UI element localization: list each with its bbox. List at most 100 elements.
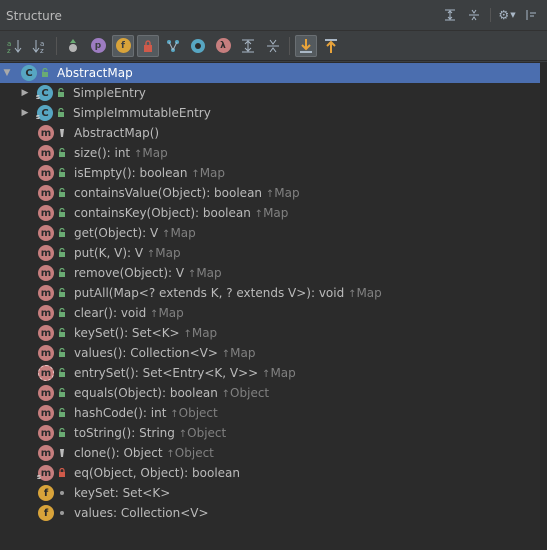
tree-root[interactable]: ▼ C AbstractMap xyxy=(0,63,540,83)
node-label: isEmpty(): boolean ↑Map xyxy=(74,166,226,180)
tree-node[interactable]: m clear(): void ↑Map xyxy=(0,303,540,323)
tree-node[interactable]: f keySet: Set<K> xyxy=(0,483,540,503)
tree-node[interactable]: m keySet(): Set<K> ↑Map xyxy=(0,323,540,343)
show-lambdas-button[interactable] xyxy=(187,35,209,57)
method-icon: m xyxy=(38,445,54,461)
node-label: containsValue(Object): boolean ↑Map xyxy=(74,186,300,200)
chevron-right-icon[interactable]: ▶ xyxy=(20,88,30,98)
tree-node[interactable]: m containsKey(Object): boolean ↑Map xyxy=(0,203,540,223)
method-icon: m xyxy=(38,345,54,361)
public-icon xyxy=(57,287,67,299)
public-icon xyxy=(57,327,67,339)
expand-all-button[interactable] xyxy=(237,35,259,57)
tree-node[interactable]: m containsValue(Object): boolean ↑Map xyxy=(0,183,540,203)
method-icon: m xyxy=(38,265,54,281)
tree-root-label: AbstractMap xyxy=(57,66,133,80)
tree-node[interactable]: m entrySet(): Set<Entry<K, V>> ↑Map xyxy=(0,363,540,383)
tree-node[interactable]: m hashCode(): int ↑Object xyxy=(0,403,540,423)
tree-node[interactable]: m isEmpty(): boolean ↑Map xyxy=(0,163,540,183)
public-icon xyxy=(57,247,67,259)
autoscroll-to-source-button[interactable] xyxy=(295,34,317,57)
expand-all-icon xyxy=(242,39,254,52)
public-icon xyxy=(57,147,67,159)
tree-node[interactable]: f values: Collection<V> xyxy=(0,503,540,523)
method-icon: m xyxy=(38,385,54,401)
node-label: clone(): Object ↑Object xyxy=(74,446,214,460)
tree-node[interactable]: m remove(Object): V ↑Map xyxy=(0,263,540,283)
package-private-icon xyxy=(57,507,67,519)
panel-title: Structure xyxy=(6,9,62,23)
tree-node[interactable]: ms eq(Object, Object): boolean xyxy=(0,463,540,483)
method-icon: m xyxy=(38,165,54,181)
tree-node[interactable]: m get(Object): V ↑Map xyxy=(0,223,540,243)
lambda-button[interactable]: λ xyxy=(212,35,234,57)
svg-text:z: z xyxy=(40,47,44,54)
svg-text:z: z xyxy=(7,47,11,54)
title-bar: Structure ⚙ ▼ xyxy=(0,0,547,31)
public-icon xyxy=(57,307,67,319)
node-label: AbstractMap() xyxy=(74,126,160,140)
node-label: toString(): String ↑Object xyxy=(74,426,227,440)
autoscroll-from-source-button[interactable] xyxy=(320,35,342,57)
protected-icon xyxy=(57,127,67,139)
chevron-down-icon[interactable]: ▼ xyxy=(2,68,12,78)
expand-all-icon[interactable] xyxy=(442,7,458,23)
structure-tree[interactable]: ▼ C AbstractMap ▶ Cs SimpleEntry ▶ Cs Si… xyxy=(0,62,547,550)
tree-node[interactable]: m putAll(Map<? extends K, ? extends V>):… xyxy=(0,283,540,303)
public-icon xyxy=(56,87,66,99)
show-non-public-icon xyxy=(144,39,152,52)
tree-node[interactable]: m clone(): Object ↑Object xyxy=(0,443,540,463)
node-label: hashCode(): int ↑Object xyxy=(74,406,218,420)
gear-icon[interactable]: ⚙ ▼ xyxy=(498,7,515,23)
node-label: equals(Object): boolean ↑Object xyxy=(74,386,270,400)
show-non-public-button[interactable] xyxy=(137,34,159,57)
tree-node[interactable]: ▶ Cs SimpleEntry xyxy=(0,83,540,103)
show-properties-icon: p xyxy=(90,38,106,53)
public-icon xyxy=(57,267,67,279)
node-label: keySet(): Set<K> ↑Map xyxy=(74,326,218,340)
abstract-method-icon: m xyxy=(38,365,54,381)
hide-panel-icon[interactable] xyxy=(523,7,539,23)
static-method-icon: ms xyxy=(36,465,54,481)
tree-node[interactable]: m toString(): String ↑Object xyxy=(0,423,540,443)
title-actions: ⚙ ▼ xyxy=(442,7,539,23)
tree-node[interactable]: m AbstractMap() xyxy=(0,123,540,143)
node-label: values(): Collection<V> ↑Map xyxy=(74,346,256,360)
public-icon xyxy=(57,387,67,399)
node-label: SimpleEntry xyxy=(73,86,146,100)
static-badge-icon: s xyxy=(35,93,41,101)
tree-node[interactable]: m values(): Collection<V> ↑Map xyxy=(0,343,540,363)
collapse-all-icon xyxy=(267,39,279,52)
method-icon: m xyxy=(38,205,54,221)
node-label: putAll(Map<? extends K, ? extends V>): v… xyxy=(74,286,382,300)
autoscroll-from-source-icon xyxy=(325,38,337,53)
package-private-icon xyxy=(57,487,67,499)
tree-node[interactable]: m put(K, V): V ↑Map xyxy=(0,243,540,263)
node-label: size(): int ↑Map xyxy=(74,146,168,160)
node-label: remove(Object): V ↑Map xyxy=(74,266,222,280)
public-icon xyxy=(57,347,67,359)
show-fields-button[interactable]: f xyxy=(112,34,134,57)
method-icon: m xyxy=(38,285,54,301)
field-icon: f xyxy=(38,505,54,521)
public-icon xyxy=(57,207,67,219)
collapse-all-icon[interactable] xyxy=(466,7,482,23)
tree-node[interactable]: m equals(Object): boolean ↑Object xyxy=(0,383,540,403)
show-properties-button[interactable]: p xyxy=(87,35,109,57)
method-icon: m xyxy=(38,325,54,341)
collapse-all-button[interactable] xyxy=(262,35,284,57)
autoscroll-to-source-icon xyxy=(300,38,312,53)
tree-node[interactable]: ▶ Cs SimpleImmutableEntry xyxy=(0,103,540,123)
chevron-right-icon[interactable]: ▶ xyxy=(20,108,30,118)
show-inherited-button[interactable] xyxy=(62,35,84,57)
node-label: containsKey(Object): boolean ↑Map xyxy=(74,206,289,220)
tree-node[interactable]: m size(): int ↑Map xyxy=(0,143,540,163)
method-icon: m xyxy=(38,245,54,261)
sort-alphabetically-button[interactable]: az xyxy=(29,35,51,57)
show-anonymous-button[interactable] xyxy=(162,35,184,57)
public-icon xyxy=(40,67,50,79)
static-badge-icon: s xyxy=(36,473,42,481)
sort-by-visibility-button[interactable]: az xyxy=(4,35,26,57)
method-icon: m xyxy=(38,225,54,241)
node-label: keySet: Set<K> xyxy=(74,486,171,500)
